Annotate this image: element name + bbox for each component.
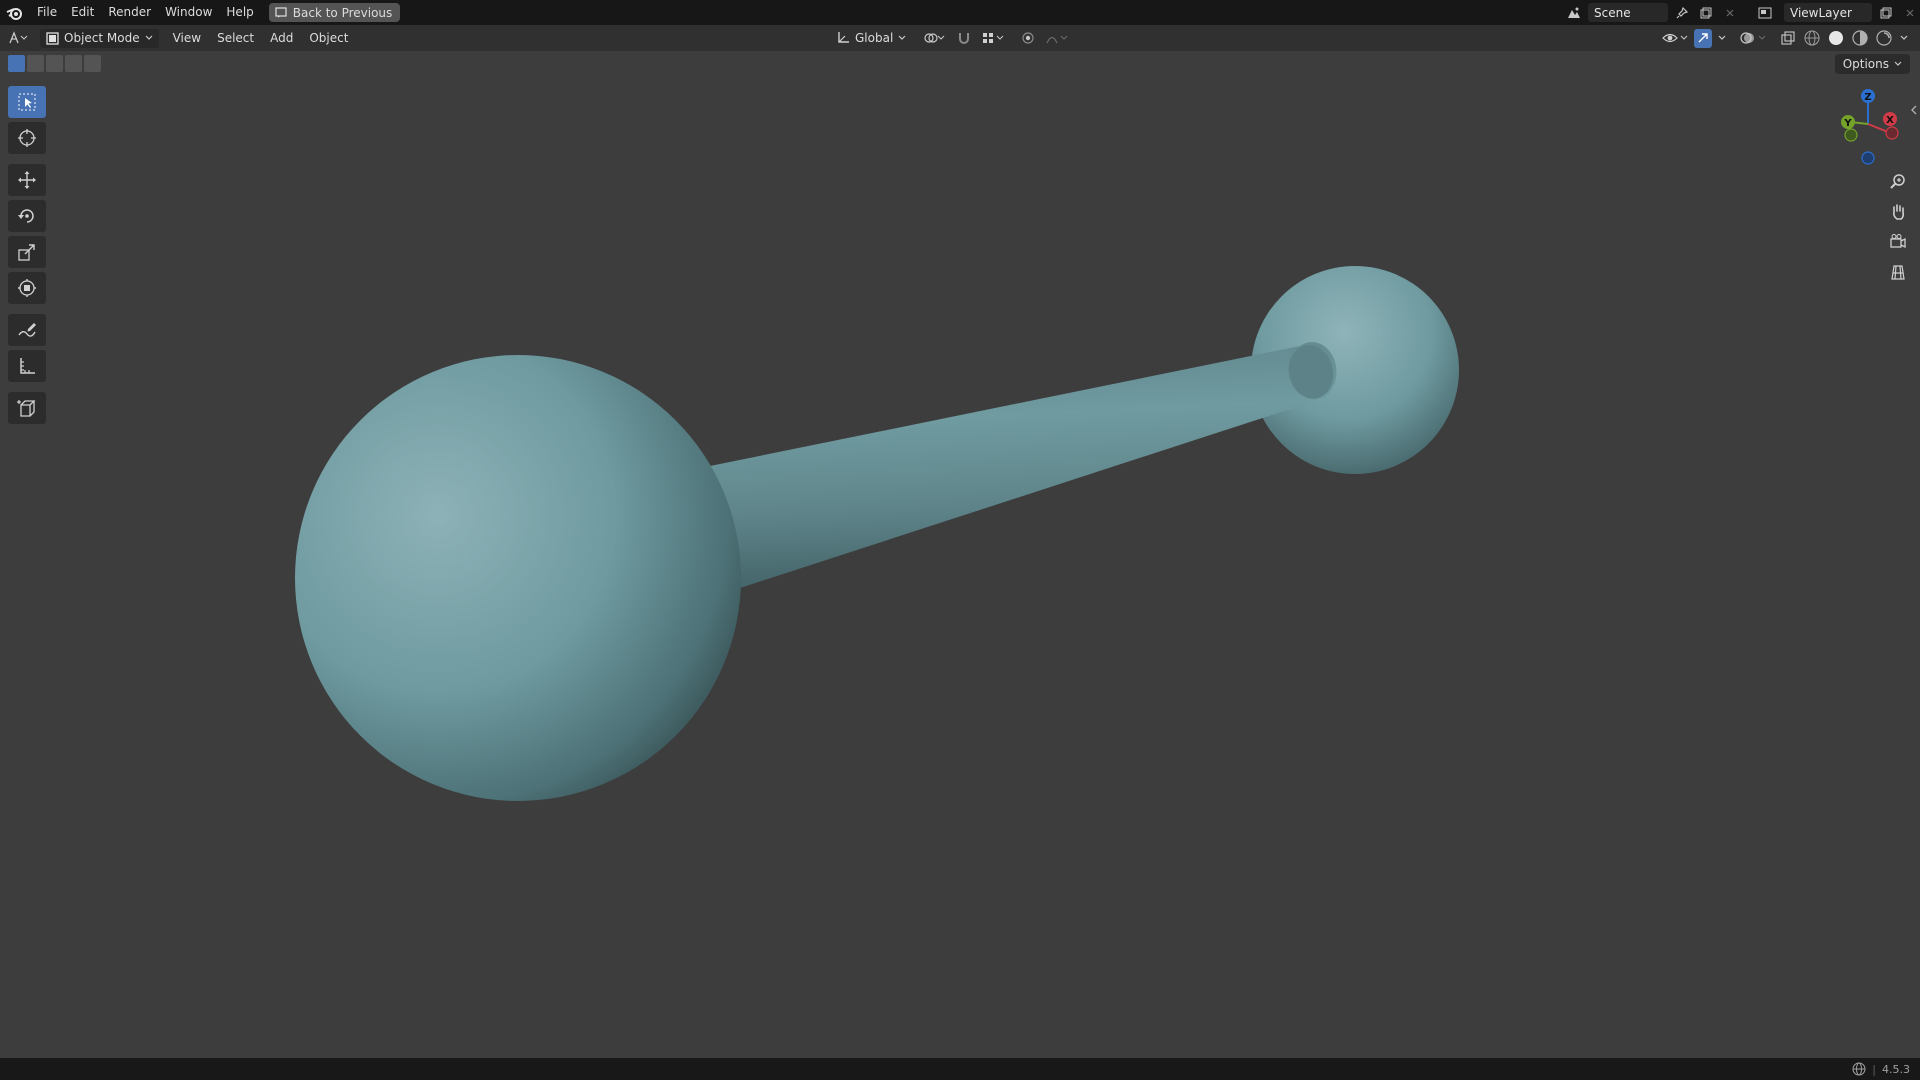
view-layer-field[interactable]: ViewLayer xyxy=(1784,3,1872,22)
mode-dropdown[interactable]: Object Mode xyxy=(40,28,159,48)
select-box-tool-icon[interactable] xyxy=(8,86,46,118)
viewport-header: Object Mode View Select Add Object Globa… xyxy=(0,25,1920,51)
zoom-icon[interactable] xyxy=(1886,170,1910,194)
orientation-label: Global xyxy=(855,31,894,45)
back-to-previous-button[interactable]: Back to Previous xyxy=(268,3,401,22)
visibility-icon[interactable] xyxy=(1660,29,1690,48)
move-tool-icon[interactable] xyxy=(8,164,46,196)
menu-add[interactable]: Add xyxy=(262,31,301,45)
large-sphere[interactable] xyxy=(295,355,741,801)
menu-window[interactable]: Window xyxy=(158,0,219,25)
overlays-icon[interactable] xyxy=(1738,29,1768,48)
version-label: 4.5.3 xyxy=(1882,1062,1910,1076)
tool-shelf xyxy=(8,86,48,428)
orientation-icon xyxy=(838,32,849,43)
new-view-layer-icon[interactable] xyxy=(1876,3,1896,22)
scale-tool-icon[interactable] xyxy=(8,236,46,268)
globe-icon xyxy=(1852,1062,1866,1076)
chevron-down-icon xyxy=(1894,61,1902,66)
select-invert-icon[interactable] xyxy=(65,55,82,72)
transform-orientation-dropdown[interactable]: Global xyxy=(836,31,906,45)
view-layer-name: ViewLayer xyxy=(1790,5,1852,20)
falloff-icon[interactable] xyxy=(1044,29,1070,48)
pin-icon[interactable] xyxy=(1672,3,1692,22)
delete-scene-icon[interactable] xyxy=(1720,3,1740,22)
gizmo-x-label: X xyxy=(1886,115,1894,126)
material-shading-icon[interactable] xyxy=(1850,29,1870,48)
pan-hand-icon[interactable] xyxy=(1886,200,1910,224)
top-right-controls: Scene ViewLayer xyxy=(1564,0,1920,25)
solid-shading-icon[interactable] xyxy=(1826,29,1846,48)
gizmo-toggle-icon[interactable] xyxy=(1694,28,1712,48)
rotate-tool-icon[interactable] xyxy=(8,200,46,232)
back-to-previous-label: Back to Previous xyxy=(292,5,393,20)
xray-icon[interactable] xyxy=(1778,29,1798,48)
chevron-down-icon[interactable] xyxy=(1716,29,1728,48)
delete-view-layer-icon[interactable] xyxy=(1900,3,1920,22)
scene-field[interactable]: Scene xyxy=(1588,3,1668,22)
rendered-shading-icon[interactable] xyxy=(1874,29,1894,48)
separator: | xyxy=(1872,1062,1876,1076)
chevron-down-icon[interactable] xyxy=(1898,29,1910,48)
version-info: | 4.5.3 xyxy=(1852,1058,1910,1080)
navigation-gizmo[interactable]: Z X Y xyxy=(1832,86,1908,168)
status-bar: | 4.5.3 xyxy=(0,1058,1920,1080)
measure-tool-icon[interactable] xyxy=(8,350,46,382)
options-dropdown[interactable]: Options xyxy=(1834,54,1910,74)
snap-icon[interactable] xyxy=(954,29,974,48)
chevron-down-icon xyxy=(898,35,906,40)
menu-edit[interactable]: Edit xyxy=(64,0,101,25)
transform-tool-icon[interactable] xyxy=(8,272,46,304)
cursor-tool-icon[interactable] xyxy=(8,122,46,154)
snap-target-icon[interactable] xyxy=(980,29,1006,48)
select-subtract-icon[interactable] xyxy=(46,55,63,72)
top-bar: File Edit Render Window Help Back to Pre… xyxy=(0,0,1920,25)
back-icon xyxy=(275,7,287,18)
menu-render[interactable]: Render xyxy=(101,0,158,25)
select-new-icon[interactable] xyxy=(8,55,25,72)
sidebar-toggle-icon[interactable] xyxy=(1910,104,1918,118)
gizmo-y-label: Y xyxy=(1843,118,1852,129)
editor-type-icon[interactable] xyxy=(0,29,36,48)
mode-label: Object Mode xyxy=(64,31,140,45)
options-label: Options xyxy=(1842,57,1889,71)
viewport-shading-controls xyxy=(1660,28,1910,48)
proportional-edit-icon[interactable] xyxy=(1018,29,1038,48)
transform-controls: Global xyxy=(836,28,1070,48)
gizmo-z-label: Z xyxy=(1864,92,1871,103)
menu-file[interactable]: File xyxy=(30,0,64,25)
cylinder-rod[interactable] xyxy=(700,340,1339,588)
annotate-tool-icon[interactable] xyxy=(8,314,46,346)
menu-select[interactable]: Select xyxy=(209,31,262,45)
pivot-point-icon[interactable] xyxy=(920,29,948,48)
select-extend-icon[interactable] xyxy=(27,55,44,72)
camera-view-icon[interactable] xyxy=(1886,230,1910,254)
selection-mode-buttons xyxy=(8,55,101,72)
chevron-down-icon xyxy=(145,35,153,40)
select-intersect-icon[interactable] xyxy=(84,55,101,72)
menu-object[interactable]: Object xyxy=(301,31,356,45)
new-scene-icon[interactable] xyxy=(1696,3,1716,22)
scene-name: Scene xyxy=(1594,5,1631,20)
menu-view[interactable]: View xyxy=(165,31,209,45)
perspective-toggle-icon[interactable] xyxy=(1886,260,1910,284)
menu-help[interactable]: Help xyxy=(219,0,260,25)
wireframe-shading-icon[interactable] xyxy=(1802,29,1822,48)
object-mode-icon xyxy=(46,31,59,45)
add-cube-tool-icon[interactable] xyxy=(8,392,46,424)
viewport-3d[interactable] xyxy=(0,51,1920,1058)
scene-icon[interactable] xyxy=(1564,3,1584,22)
view-layer-icon[interactable] xyxy=(1752,3,1780,22)
blender-logo-icon[interactable] xyxy=(0,0,30,25)
